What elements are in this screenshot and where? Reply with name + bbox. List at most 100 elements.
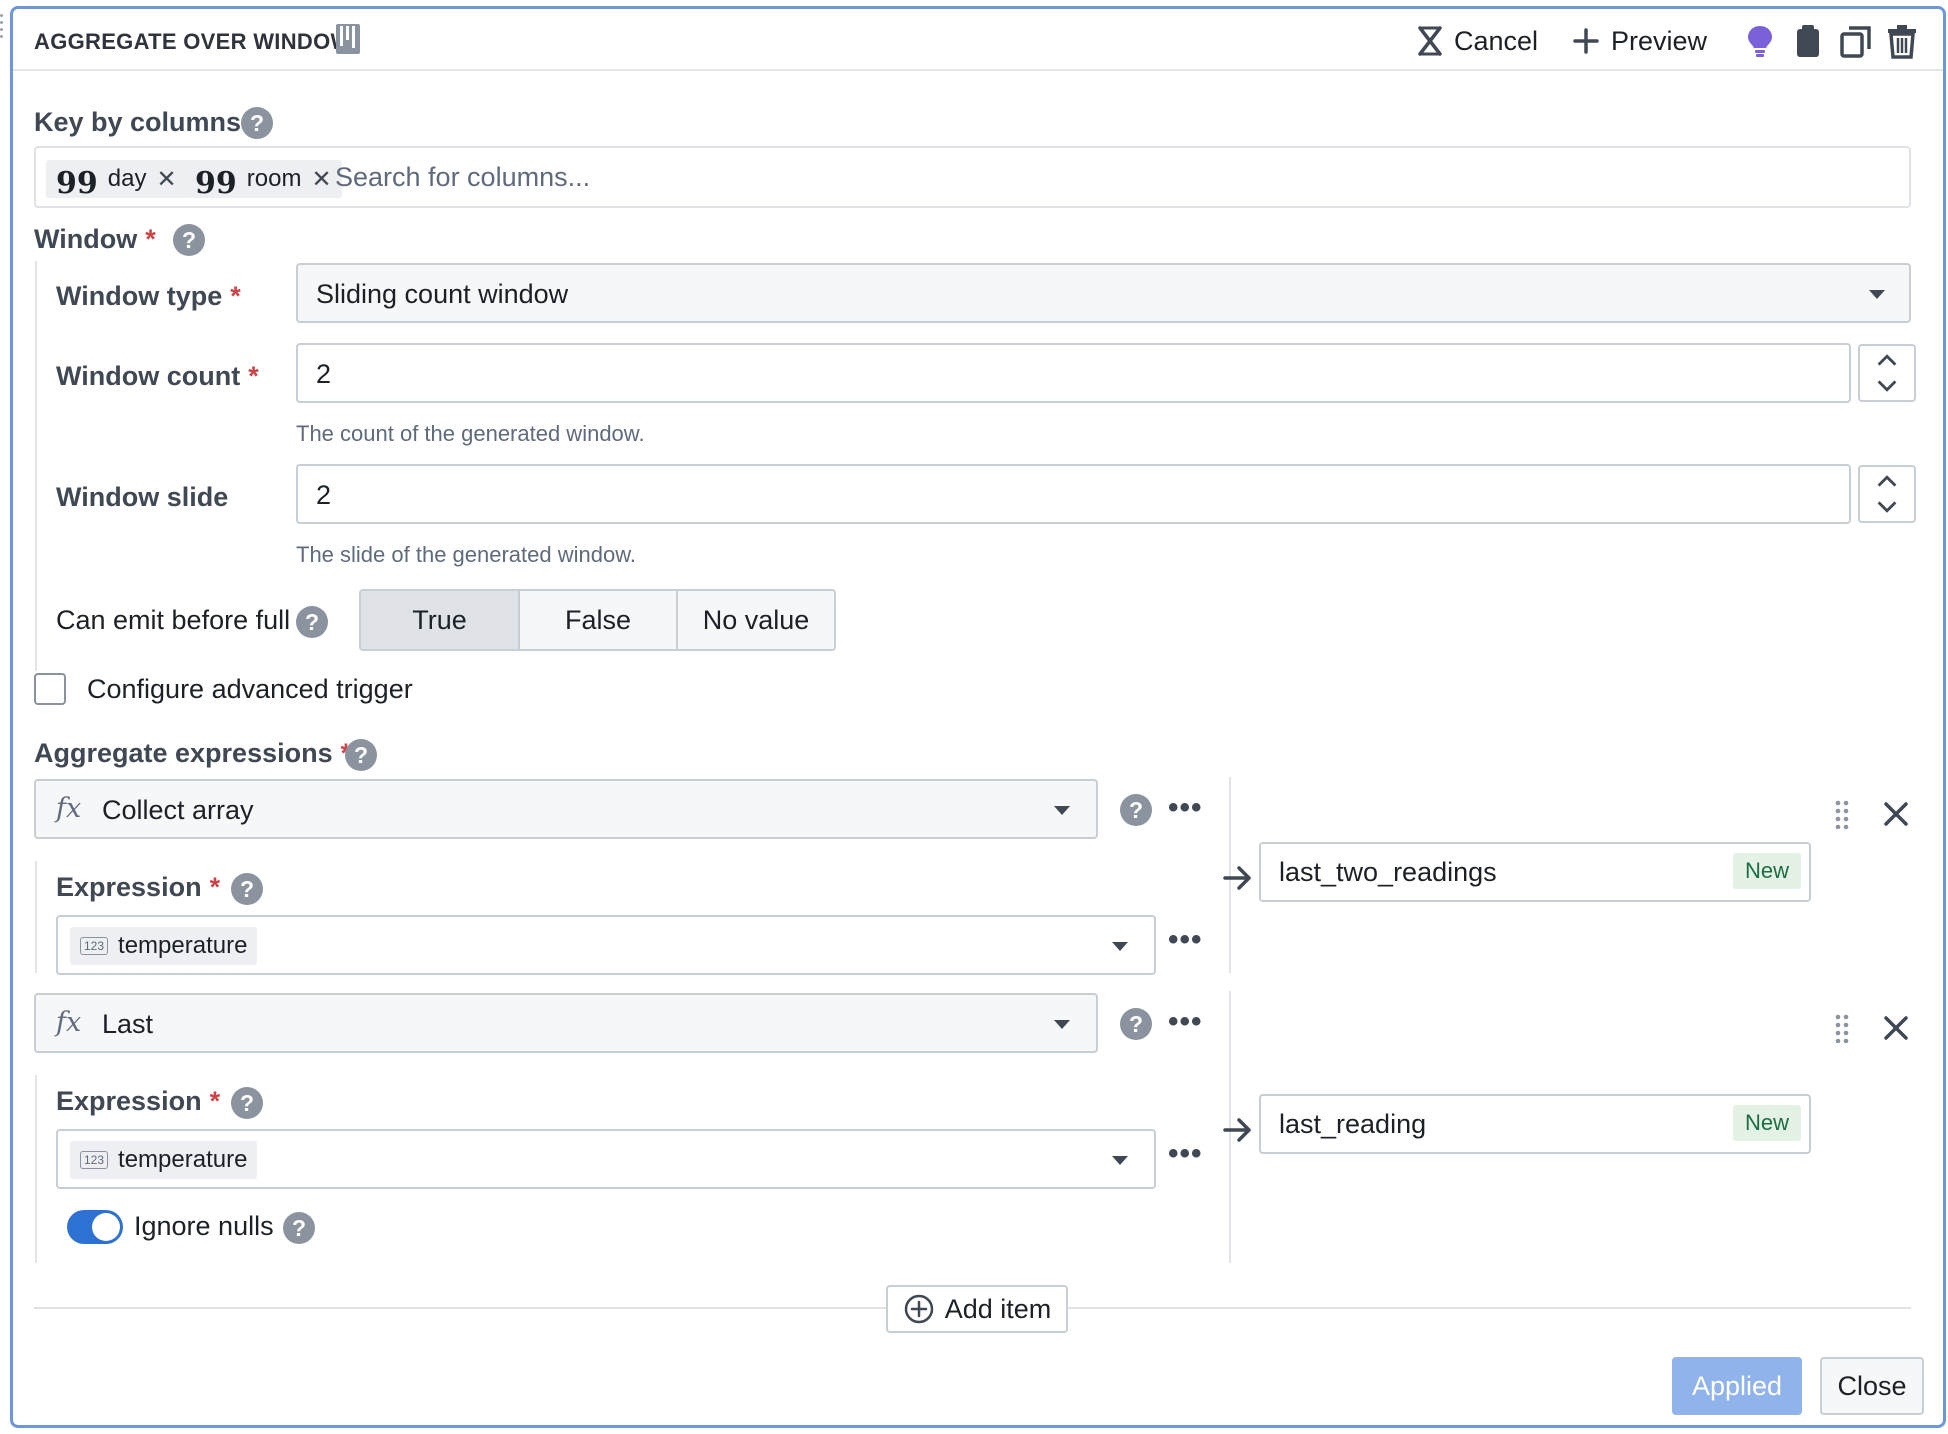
drag-handle-icon[interactable]	[1834, 1013, 1850, 1043]
output-column-input-1[interactable]: last_two_readings New	[1259, 842, 1811, 902]
aggregate-function-select-2[interactable]: fx Last	[34, 993, 1098, 1053]
add-item-button[interactable]: Add item	[886, 1285, 1068, 1333]
cancel-button[interactable]: Cancel	[1418, 23, 1538, 59]
arrow-right-icon	[1223, 866, 1251, 890]
window-group-line	[35, 261, 37, 671]
remove-tag-icon[interactable]: ✕	[311, 165, 331, 194]
expression-column-select-2[interactable]: 123 temperature	[56, 1129, 1156, 1189]
advanced-trigger-label[interactable]: Configure advanced trigger	[87, 674, 413, 705]
duplicate-icon[interactable]	[1839, 23, 1873, 59]
column-name: temperature	[118, 1146, 248, 1173]
column-name: temperature	[118, 932, 248, 959]
drag-handle-icon[interactable]	[1834, 799, 1850, 829]
remove-tag-icon[interactable]: ✕	[156, 165, 176, 194]
window-slide-value: 2	[316, 480, 332, 510]
column-pill: 123 temperature	[70, 1141, 258, 1179]
numeric-type-icon: 123	[80, 1151, 109, 1169]
aggregate-expressions-label-text: Aggregate expressions	[34, 738, 333, 768]
expression-group-line	[35, 1075, 37, 1263]
clipboard-icon[interactable]	[1791, 23, 1825, 59]
key-by-columns-input[interactable]: 99 day ✕ 99 room ✕ Search for columns...	[34, 146, 1911, 208]
window-type-label: Window type *	[56, 281, 241, 312]
lightbulb-icon[interactable]	[1743, 23, 1777, 59]
more-options-icon[interactable]: •••	[1168, 925, 1203, 955]
function-help-icon[interactable]: ?	[1120, 794, 1152, 826]
close-button[interactable]: Close	[1820, 1357, 1924, 1415]
more-options-icon[interactable]: •••	[1168, 1139, 1203, 1169]
aggregate-function-select-1[interactable]: fx Collect array	[34, 779, 1098, 839]
column-tag-label: day	[107, 165, 147, 192]
window-slide-stepper[interactable]	[1858, 465, 1916, 523]
window-slide-input[interactable]: 2	[296, 464, 1851, 524]
panel-title: AGGREGATE OVER WINDOW	[34, 29, 352, 54]
ignore-nulls-switch[interactable]	[67, 1210, 123, 1244]
required-marker: *	[248, 361, 259, 391]
chevron-up-icon[interactable]	[1860, 346, 1914, 373]
expression-label: Expression *	[56, 872, 220, 903]
expression-label-text: Expression	[56, 1086, 202, 1116]
output-column-name: last_reading	[1279, 1109, 1427, 1139]
numeric-type-icon: 123	[80, 937, 109, 955]
window-type-label-text: Window type	[56, 281, 223, 311]
new-badge: New	[1732, 853, 1801, 889]
applied-button[interactable]: Applied	[1672, 1357, 1802, 1415]
doc-icon[interactable]	[335, 23, 361, 55]
aggregate-function-value: Collect array	[102, 795, 254, 825]
key-by-columns-label: Key by columns	[34, 107, 242, 137]
window-count-label-text: Window count	[56, 361, 241, 391]
emit-option-no-value[interactable]: No value	[676, 591, 834, 649]
window-help-icon[interactable]: ?	[173, 224, 205, 256]
close-x-icon	[1418, 26, 1442, 56]
expression-help-icon[interactable]: ?	[231, 873, 263, 905]
window-type-select[interactable]: Sliding count window	[296, 263, 1911, 323]
drag-handle-left[interactable]	[0, 10, 4, 60]
emit-help-icon[interactable]: ?	[296, 606, 328, 638]
ignore-nulls-label: Ignore nulls	[134, 1211, 274, 1241]
output-column-input-2[interactable]: last_reading New	[1259, 1094, 1811, 1154]
more-options-icon[interactable]: •••	[1168, 1007, 1203, 1037]
chevron-down-icon[interactable]	[1860, 494, 1914, 521]
plus-icon	[1573, 28, 1599, 54]
required-marker: *	[209, 872, 221, 902]
switch-knob	[92, 1213, 120, 1241]
trash-icon[interactable]	[1885, 23, 1919, 59]
required-marker: *	[209, 1086, 221, 1116]
chevron-up-icon[interactable]	[1860, 467, 1914, 494]
more-options-icon[interactable]: •••	[1168, 793, 1203, 823]
preview-button[interactable]: Preview	[1573, 23, 1707, 59]
preview-label: Preview	[1611, 25, 1708, 56]
expression-column-select-1[interactable]: 123 temperature	[56, 915, 1156, 975]
caret-down-icon	[1054, 806, 1070, 815]
caret-down-icon	[1112, 942, 1128, 951]
column-search-input[interactable]: Search for columns...	[335, 162, 590, 193]
window-count-input[interactable]: 2	[296, 343, 1851, 403]
function-help-icon[interactable]: ?	[1120, 1008, 1152, 1040]
chevron-down-icon[interactable]	[1860, 373, 1914, 400]
remove-item-icon[interactable]	[1883, 1015, 1909, 1041]
advanced-trigger-checkbox[interactable]	[34, 673, 66, 705]
aggregate-function-value: Last	[102, 1009, 154, 1039]
expression-help-icon[interactable]: ?	[231, 1087, 263, 1119]
column-pill: 123 temperature	[70, 927, 258, 965]
key-by-help-icon[interactable]: ?	[241, 107, 273, 139]
required-marker: *	[145, 224, 156, 254]
window-count-label: Window count *	[56, 361, 259, 392]
caret-down-icon	[1869, 290, 1885, 299]
add-circle-icon	[904, 1294, 933, 1324]
window-slide-hint: The slide of the generated window.	[296, 542, 637, 567]
emit-option-false[interactable]: False	[518, 591, 676, 649]
expression-label: Expression *	[56, 1086, 220, 1117]
emit-option-true[interactable]: True	[361, 591, 518, 649]
window-count-value: 2	[316, 359, 332, 389]
expression-group-line	[35, 861, 37, 973]
caret-down-icon	[1112, 1156, 1128, 1165]
string-quote-icon: 99	[56, 166, 98, 201]
remove-item-icon[interactable]	[1883, 801, 1909, 827]
window-count-hint: The count of the generated window.	[296, 421, 645, 446]
arrow-right-icon	[1223, 1118, 1251, 1142]
ignore-nulls-help-icon[interactable]: ?	[283, 1212, 315, 1244]
aggregate-help-icon[interactable]: ?	[345, 739, 377, 771]
window-label-text: Window	[34, 224, 138, 254]
window-count-stepper[interactable]	[1858, 344, 1916, 402]
required-marker: *	[230, 281, 241, 311]
